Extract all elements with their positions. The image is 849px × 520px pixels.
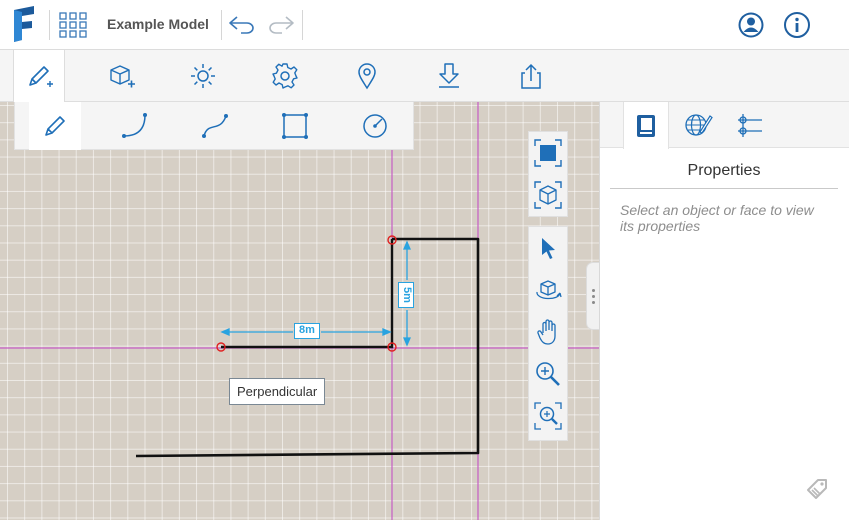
select-tool-button[interactable]	[530, 228, 566, 268]
panel-collapse-handle[interactable]	[586, 262, 599, 330]
arc-icon	[122, 113, 147, 138]
circle-tool-button[interactable]	[349, 102, 401, 150]
panel-hint: Select an object or face to view its pro…	[620, 202, 814, 234]
view-controls-navigation	[528, 226, 568, 441]
line-pencil-icon	[45, 116, 65, 136]
orbit-tool-button[interactable]	[530, 270, 566, 310]
divider	[221, 10, 222, 40]
zoom-icon	[536, 362, 560, 386]
location-pin-icon	[358, 63, 376, 90]
tab-location[interactable]	[341, 50, 393, 102]
divider	[302, 10, 303, 40]
panel-tabs	[600, 102, 849, 149]
tab-layers[interactable]	[727, 102, 773, 148]
zoom-window-button[interactable]	[530, 396, 566, 436]
select-arrow-icon	[542, 238, 555, 259]
rectangle-icon	[282, 113, 308, 139]
zoom-window-icon	[534, 402, 562, 430]
snap-tooltip: Perpendicular	[229, 378, 326, 405]
formit-logo-icon[interactable]	[10, 6, 40, 42]
rectangle-tool-button[interactable]	[269, 102, 321, 150]
sun-lighting-icon	[191, 64, 215, 88]
tab-lighting[interactable]	[177, 50, 229, 102]
zoom-extents-icon	[534, 139, 562, 167]
arc-tool-button[interactable]	[109, 102, 161, 150]
circle-icon	[363, 114, 387, 138]
tab-materials[interactable]	[675, 102, 721, 148]
properties-panel: Properties Select an object or face to v…	[599, 102, 849, 520]
sketch-drawing	[0, 102, 599, 520]
tab-settings[interactable]	[259, 50, 311, 102]
dimension-label-horizontal[interactable]: 8m	[294, 323, 320, 339]
draw-tools-bar	[14, 102, 414, 150]
spline-tool-button[interactable]	[189, 102, 241, 150]
model-title[interactable]: Example Model	[107, 16, 209, 32]
divider	[49, 10, 50, 40]
pan-hand-icon	[537, 319, 556, 345]
app-grid-icon[interactable]	[58, 11, 88, 39]
view-controls-top	[528, 131, 568, 217]
zoom-extents-button[interactable]	[530, 133, 566, 173]
app-header: Example Model	[0, 0, 849, 50]
tab-export[interactable]	[505, 50, 557, 102]
panel-title: Properties	[610, 162, 838, 189]
3d-canvas[interactable]: 8m 5m Perpendicular	[0, 102, 599, 520]
spline-curve-icon	[202, 114, 228, 138]
tab-properties[interactable]	[623, 102, 669, 149]
pan-tool-button[interactable]	[530, 312, 566, 352]
dimension-label-vertical[interactable]: 5m	[398, 282, 414, 308]
feedback-tag-icon[interactable]	[804, 476, 830, 500]
export-share-icon	[521, 63, 541, 89]
perspective-cube-icon	[534, 181, 562, 209]
user-account-button[interactable]	[734, 10, 768, 40]
settings-gear-icon	[272, 63, 298, 89]
info-icon	[784, 12, 810, 38]
undo-button[interactable]	[225, 10, 259, 40]
materials-globe-icon	[685, 114, 713, 136]
sketch-pencil-icon	[29, 65, 53, 87]
info-button[interactable]	[780, 10, 814, 40]
layers-icon	[738, 114, 762, 137]
undo-icon	[229, 16, 254, 34]
tool-tabs-bar	[0, 50, 849, 103]
user-account-icon	[738, 12, 764, 38]
redo-icon	[269, 16, 294, 34]
line-tool-button[interactable]	[29, 102, 81, 150]
tab-objects[interactable]	[95, 50, 147, 102]
redo-button[interactable]	[264, 10, 298, 40]
perspective-button[interactable]	[530, 175, 566, 215]
zoom-tool-button[interactable]	[530, 354, 566, 394]
properties-book-icon	[637, 114, 655, 137]
tab-sketch[interactable]	[13, 50, 65, 103]
import-download-icon	[439, 63, 459, 88]
tab-import[interactable]	[423, 50, 475, 102]
orbit-icon	[536, 280, 562, 300]
add-object-icon	[110, 65, 135, 88]
